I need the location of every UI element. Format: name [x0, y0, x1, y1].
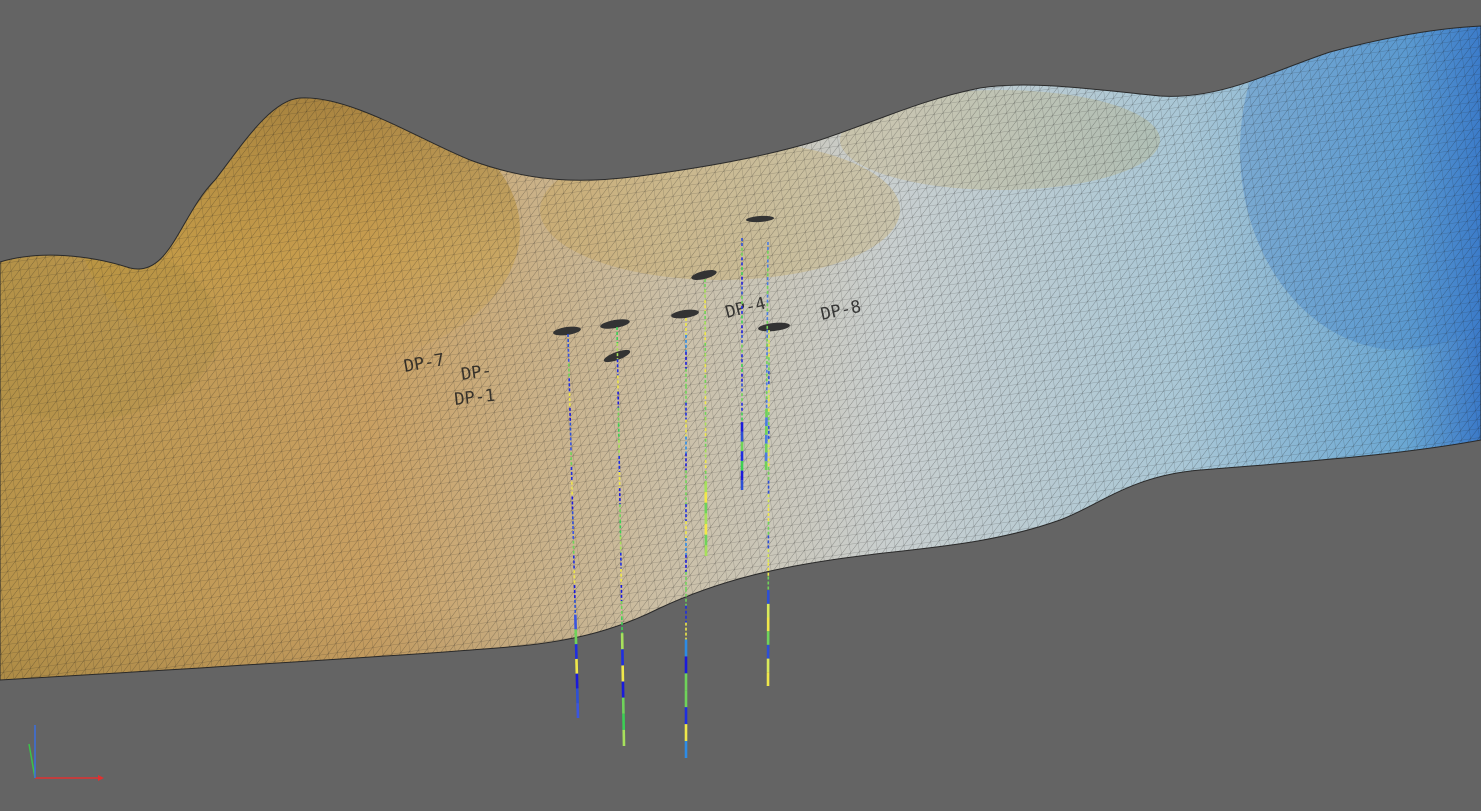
x-axis-arrow-icon: [98, 775, 104, 781]
y-axis-line: [28, 743, 36, 779]
well-label-dp1: DP-1: [453, 386, 496, 410]
orientation-axes: [28, 725, 104, 781]
terrain-surface[interactable]: [0, 0, 1481, 811]
3d-viewport[interactable]: DP-1 DP-7 DP- DP-4 DP-8: [0, 0, 1481, 811]
terrain-scene: DP-1 DP-7 DP- DP-4 DP-8: [0, 0, 1481, 811]
well-label-dp-partial: DP-: [460, 361, 493, 385]
